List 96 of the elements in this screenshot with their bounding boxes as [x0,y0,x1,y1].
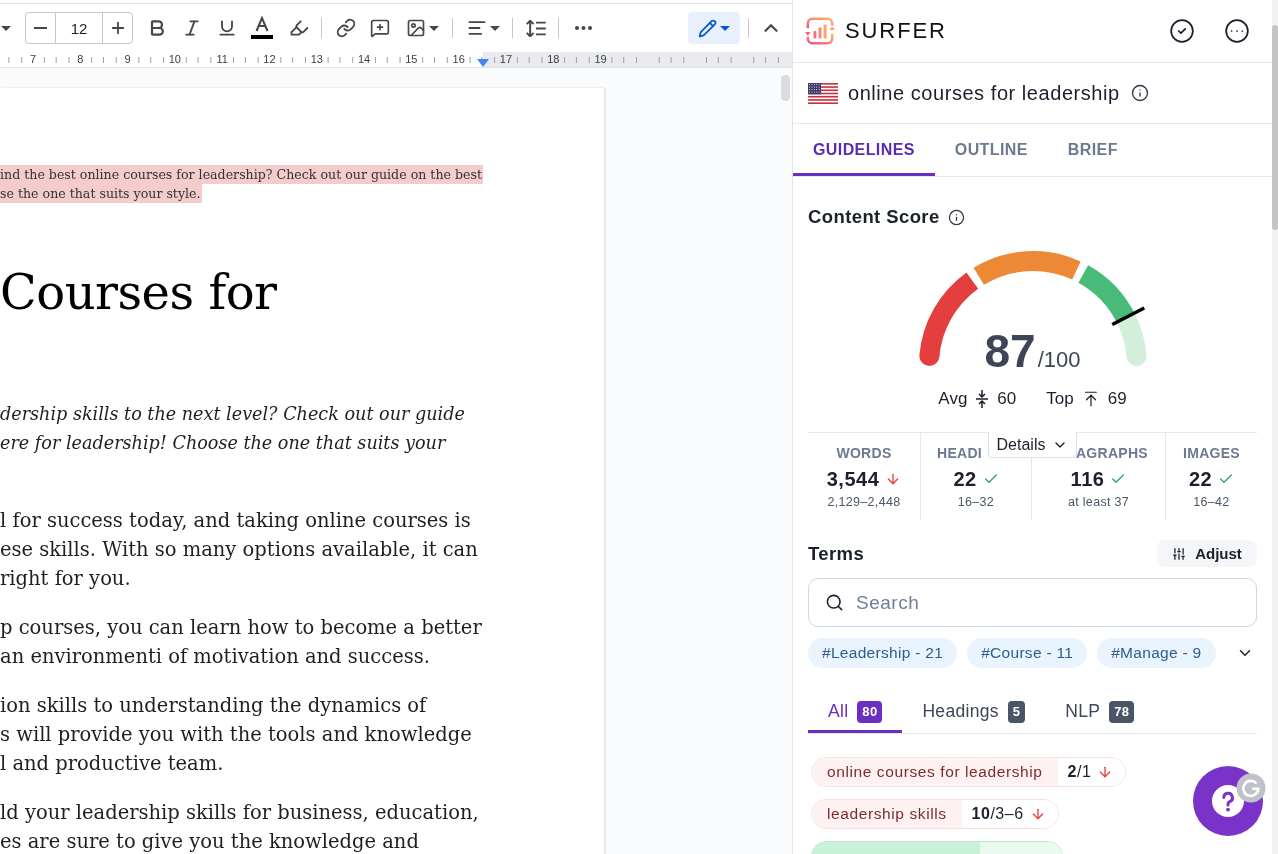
text-color-icon [251,16,273,40]
line-spacing-icon [526,19,546,37]
stat-range: at least 37 [1068,494,1129,510]
stat-value: 22 [1188,467,1213,491]
stat-value: 116 [1070,467,1105,491]
stat-value: 22 [953,467,977,491]
count-badge: 80 [857,700,883,723]
top-label: Top [1046,389,1074,409]
avg-score: 60 [997,389,1017,409]
ruler-number: 19 [593,53,608,66]
score-value: 87 [984,328,1036,374]
ruler-number: 8 [76,53,85,66]
scrollbar-thumb[interactable] [1272,25,1278,230]
ruler-number: 7 [28,53,38,66]
body-paragraph: p courses, you can learn how to become a better an environmenti of motivation and success. [0,615,482,670]
term-filter-tab[interactable]: All 80 [808,690,903,733]
stat-range: 2,129–2,448 [827,494,901,510]
assistant-badge-button[interactable] [1236,773,1266,803]
ruler-number: 12 [262,53,277,66]
italic-icon [182,18,202,38]
logo-icon [805,16,835,46]
term-pill[interactable]: leadership skills 10/3–6 [811,799,1059,829]
search-field[interactable]: Search [808,578,1257,627]
ruler-number: 10 [167,53,182,66]
term-filter-tab[interactable]: Headings 5 [902,690,1046,733]
underline-icon [217,18,237,38]
count-badge: 78 [1109,700,1135,723]
editing-mode-button[interactable] [688,12,740,44]
stat-range: 16–32 [957,494,995,510]
adjust-button[interactable]: Adjust [1157,540,1257,567]
info-icon[interactable] [1130,84,1149,102]
search-icon [825,593,844,612]
flag-icon [808,82,838,104]
term-label: online courses for leadership [812,758,1058,786]
highlighter-icon [289,18,309,38]
align-left-icon [466,18,487,38]
converging-arrows-icon [975,389,990,409]
ruler-number: 17 [498,53,514,66]
intro-paragraph: dership skills to the next level? Check out our guide ere for leadership! Choose the one that suits your [0,403,465,455]
stat-label: IMAGES [1183,445,1240,461]
ruler-number: 9 [123,53,132,66]
pencil-icon [698,18,717,38]
count-badge: 5 [1007,700,1026,723]
document-title: Courses for [0,263,278,322]
stat-label: HEADI [937,445,983,461]
keyword-text: online courses for leadership [848,81,1120,105]
caret-icon [720,25,730,31]
term-label: leadership skills [812,800,962,828]
help-icon [1212,785,1244,817]
score-max: /100 [1037,349,1081,371]
link-icon [336,18,356,38]
ruler-number: 15 [404,53,419,66]
term-filter-tab[interactable]: NLP 78 [1045,690,1155,733]
ruler-number: 18 [546,53,561,66]
circular-arrow-badge-icon [1236,773,1266,803]
top-score: 69 [1107,389,1127,409]
stat-label: WORDS [836,445,892,461]
tab[interactable]: BRIEF [1047,124,1138,176]
sliders-icon [1172,546,1187,561]
add-comment-icon [370,18,390,38]
brand-name: SURFER [845,18,947,44]
font-size-field[interactable]: 12 [55,13,103,43]
more-options-button[interactable] [1224,18,1250,44]
stat-value: 3,544 [826,467,880,491]
topic-chip[interactable]: #Course - 11 [967,638,1088,668]
tab[interactable]: OUTLINE [934,124,1048,176]
avg-label: Avg [938,389,968,409]
image-icon [405,18,426,38]
ruler-number: 16 [451,53,466,66]
more-icon [1224,18,1250,44]
stat-range: 16–42 [1193,494,1230,510]
section-title: Terms [808,542,865,565]
caret-icon [1,25,11,31]
scrollbar-thumb[interactable] [781,75,790,101]
topic-chip[interactable]: #Manage - 9 [1097,638,1216,668]
caret-icon [489,25,500,31]
ruler-number: 11 [215,53,229,66]
body-paragraph: ld your leadership skills for business, education, es are sure to give you the knowledge and [0,800,479,854]
font-size-stepper[interactable]: 12 [25,12,133,44]
tab[interactable]: GUIDELINES [793,124,935,176]
section-title: Content Score [808,206,940,228]
topic-chip[interactable]: #Leadership - 21 [808,638,958,668]
term-pill[interactable]: online courses for leadership 2/1 [811,757,1127,787]
body-paragraph: ion skills to understanding the dynamics of s will provide you with the tools and knowledge l and productive team. [0,693,472,777]
info-icon[interactable] [947,208,965,226]
ruler-number: 14 [356,53,372,66]
details-dropdown[interactable]: Details [988,432,1077,458]
ruler-number: 13 [309,53,324,66]
stat-label: AGRAPHS [1075,445,1148,461]
check-button[interactable] [1169,18,1195,44]
caret-icon [428,25,439,31]
search-input[interactable]: Search [856,591,1256,614]
check-circle-icon [1169,18,1195,44]
body-paragraph: l for success today, and taking online courses is ese skills. With so many options available, it can right for you. [0,508,478,592]
more-icon [574,26,592,30]
minus-icon [34,26,47,30]
